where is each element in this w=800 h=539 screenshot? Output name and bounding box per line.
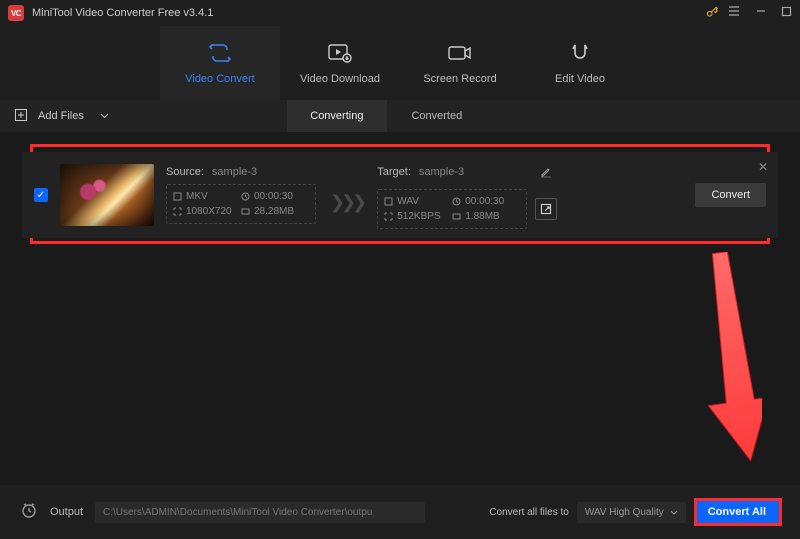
size-icon (452, 212, 461, 221)
download-icon (327, 41, 353, 65)
subtab-converted[interactable]: Converted (387, 100, 487, 132)
tab-video-convert[interactable]: Video Convert (160, 26, 280, 100)
add-file-icon (14, 108, 28, 125)
tab-label: Video Convert (185, 73, 255, 85)
chevron-down-icon (670, 510, 678, 515)
record-icon (447, 41, 473, 65)
bottom-bar: Output C:\Users\ADMIN\Documents\MiniTool… (0, 485, 800, 539)
convert-icon (206, 41, 234, 65)
resolution-icon (173, 207, 182, 216)
add-files-button[interactable]: Add Files (0, 100, 123, 132)
add-files-label: Add Files (38, 110, 84, 122)
convert-all-button[interactable]: Convert All (694, 500, 780, 524)
tab-video-download[interactable]: Video Download (280, 26, 400, 100)
edit-icon (569, 41, 591, 65)
tab-edit-video[interactable]: Edit Video (520, 26, 640, 100)
bitrate-icon (384, 212, 393, 221)
format-icon (173, 192, 182, 201)
format-icon (384, 197, 393, 206)
toolbar: Add Files Converting Converted (0, 100, 800, 132)
file-list: ✓ Source: sample-3 MKV 00:00:30 1080X720… (0, 132, 800, 485)
clock-icon (452, 197, 461, 206)
subtab-converting[interactable]: Converting (287, 100, 387, 132)
source-label: Source: (166, 166, 204, 178)
tab-label: Edit Video (555, 73, 605, 85)
arrow-icon: ❯❯❯ (328, 178, 365, 213)
target-filename: sample-3 (419, 166, 464, 178)
output-format-select[interactable]: WAV High Quality (577, 502, 686, 523)
app-title: MiniTool Video Converter Free v3.4.1 (32, 7, 705, 19)
source-block: Source: sample-3 MKV 00:00:30 1080X720 2… (166, 166, 316, 224)
output-path-field[interactable]: C:\Users\ADMIN\Documents\MiniTool Video … (95, 502, 425, 523)
tab-label: Video Download (300, 73, 380, 85)
convert-all-to-label: Convert all files to (489, 507, 568, 518)
source-filename: sample-3 (212, 166, 257, 178)
nav-tabs: Video Convert Video Download Screen Reco… (0, 26, 800, 100)
target-settings-button[interactable] (535, 198, 557, 220)
minimize-icon[interactable] (755, 4, 767, 22)
convert-button[interactable]: Convert (695, 183, 766, 207)
app-logo: VC (8, 5, 24, 21)
remove-file-icon[interactable]: ✕ (758, 160, 768, 174)
maximize-icon[interactable] (781, 4, 792, 22)
tab-screen-record[interactable]: Screen Record (400, 26, 520, 100)
schedule-icon[interactable] (20, 501, 38, 524)
size-icon (241, 207, 250, 216)
target-block: Target: sample-3 WAV 00:00:30 512KBPS 1.… (377, 161, 557, 229)
key-icon[interactable] (705, 5, 719, 22)
file-row: ✓ Source: sample-3 MKV 00:00:30 1080X720… (22, 152, 778, 238)
menu-icon[interactable] (727, 4, 741, 23)
video-thumbnail[interactable] (60, 164, 154, 226)
target-label: Target: (377, 166, 411, 178)
source-metadata: MKV 00:00:30 1080X720 28.28MB (166, 184, 316, 224)
file-checkbox[interactable]: ✓ (34, 188, 48, 202)
target-metadata: WAV 00:00:30 512KBPS 1.88MB (377, 189, 527, 229)
sub-tabs: Converting Converted (287, 100, 487, 132)
title-bar: VC MiniTool Video Converter Free v3.4.1 (0, 0, 800, 26)
tab-label: Screen Record (423, 73, 496, 85)
annotation-arrow (702, 252, 762, 462)
clock-icon (241, 192, 250, 201)
output-label: Output (50, 506, 83, 518)
edit-target-icon[interactable] (535, 161, 557, 183)
chevron-down-icon (100, 110, 109, 122)
